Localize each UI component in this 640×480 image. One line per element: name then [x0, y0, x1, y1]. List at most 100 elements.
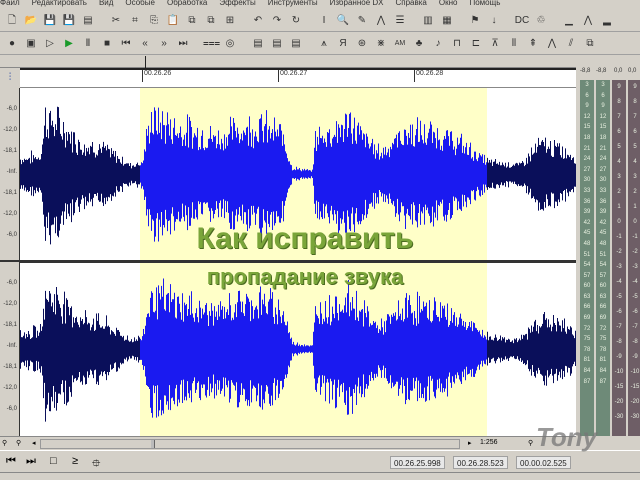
zoom-in-time-icon[interactable]: ⚲ — [528, 439, 533, 447]
play-selection-icon[interactable]: ≥ — [72, 455, 78, 467]
region-icon[interactable]: ⚑ — [467, 13, 483, 29]
fx13-icon[interactable]: ⫽ — [563, 36, 579, 52]
recycle-icon[interactable]: ♲ — [533, 13, 549, 29]
fx11-icon[interactable]: ⇞ — [525, 36, 541, 52]
play-icon[interactable]: ▶ — [61, 36, 77, 52]
menu-item[interactable]: Помощь — [469, 0, 500, 7]
dc-icon[interactable]: DC — [514, 13, 530, 29]
fx2-icon[interactable]: Я — [335, 36, 351, 52]
event-tool-icon[interactable]: ☰ — [392, 13, 408, 29]
save-as-icon[interactable]: 💾 — [61, 13, 77, 29]
meter-scale-label: 72 — [583, 325, 591, 332]
fx10-icon[interactable]: ⫴ — [506, 36, 522, 52]
normalize-icon[interactable]: ⩶ — [203, 36, 220, 52]
go-to-start-icon[interactable]: ⏮ — [118, 36, 134, 52]
meter-scale-label: -10 — [630, 369, 640, 375]
meter-scale-label: -15 — [614, 384, 624, 390]
trim-icon[interactable]: ⌗ — [127, 13, 143, 29]
fx5-icon[interactable]: ♣ — [411, 36, 427, 52]
pause-icon[interactable]: Ⅱ — [80, 36, 96, 52]
volume-icon[interactable]: ◎ — [222, 36, 238, 52]
edit-tool-icon[interactable]: I — [316, 13, 332, 29]
new-icon[interactable]: 🗋 — [4, 13, 20, 29]
record-icon[interactable]: ● — [4, 36, 20, 52]
magnify-tool-icon[interactable]: 🔍 — [335, 13, 351, 29]
eq3-icon[interactable]: ▤ — [288, 36, 304, 52]
zoom-out-icon[interactable]: ⚲ — [2, 439, 7, 447]
menu-item[interactable]: Эффекты — [219, 0, 255, 7]
scroll-left-icon[interactable]: ◂ — [32, 439, 36, 447]
selection-length[interactable]: 00.00.02.525 — [516, 456, 571, 469]
pencil-tool-icon[interactable]: ✎ — [354, 13, 370, 29]
zoom-ratio[interactable]: 1:256 — [480, 439, 498, 446]
am-icon[interactable]: AM — [392, 36, 408, 52]
meter-scale-label: 2 — [617, 189, 621, 195]
stop-icon[interactable]: ■ — [99, 36, 115, 52]
graph-icon[interactable]: ⋀ — [580, 13, 596, 29]
wave-icon[interactable]: ▂ — [599, 13, 615, 29]
paste-new-icon[interactable]: ⊞ — [222, 13, 238, 29]
chart-icon[interactable]: ▥ — [420, 13, 436, 29]
menu-item[interactable]: Обработка — [167, 0, 207, 7]
fx8-icon[interactable]: ⊏ — [468, 36, 484, 52]
scroll-right-icon[interactable]: ▸ — [468, 439, 472, 447]
copy-icon[interactable]: ⎘ — [146, 13, 162, 29]
fx9-icon[interactable]: ⊼ — [487, 36, 503, 52]
menu-item[interactable]: Файл — [0, 0, 20, 7]
save-all-icon[interactable]: ▤ — [80, 13, 96, 29]
meter-scale-label: -4 — [632, 279, 638, 285]
fx3-icon[interactable]: ⊛ — [354, 36, 370, 52]
undo-icon[interactable]: ↶ — [250, 13, 266, 29]
repeat-icon[interactable]: ↻ — [288, 13, 304, 29]
eq2-icon[interactable]: ▤ — [269, 36, 285, 52]
paste-icon[interactable]: 📋 — [165, 13, 181, 29]
loop-icon[interactable]: ▣ — [23, 36, 39, 52]
edit-tool-icon[interactable]: ⫶ — [0, 68, 20, 88]
cut-icon[interactable]: ✂ — [108, 13, 124, 29]
save-icon[interactable]: 💾 — [42, 13, 58, 29]
overview-bar[interactable] — [0, 56, 576, 68]
menu-item[interactable]: Особые — [125, 0, 155, 7]
envelope-tool-icon[interactable]: ⋀ — [373, 13, 389, 29]
time-ruler[interactable]: 00.26.26 00.26.27 00.26.28 — [20, 68, 576, 88]
go-to-end-icon[interactable]: ⏭ — [175, 36, 191, 52]
menu-item[interactable]: Окно — [439, 0, 458, 7]
horizontal-scrollbar[interactable]: ⚲ ⚲ ◂ ▸ 1:256 ⚲ — [0, 436, 576, 450]
meter-scale-label: -5 — [616, 294, 622, 300]
levels-icon[interactable]: ▁ — [561, 13, 577, 29]
menu-item[interactable]: Избранное DX — [330, 0, 384, 7]
marker-icon[interactable]: ▦ — [439, 13, 455, 29]
selection-end[interactable]: 00.26.28.523 — [453, 456, 508, 469]
scroll-thumb[interactable] — [151, 440, 155, 448]
redo-icon[interactable]: ↷ — [269, 13, 285, 29]
zoom-in-icon[interactable]: ⚲ — [16, 439, 21, 447]
fx14-icon[interactable]: ⧉ — [582, 36, 598, 52]
fx6-icon[interactable]: ♪ — [430, 36, 446, 52]
fx4-icon[interactable]: ⋇ — [373, 36, 389, 52]
axis-label: -12,0 — [3, 301, 17, 307]
scroll-track[interactable] — [40, 439, 460, 449]
go-to-end-icon[interactable]: ⏭ — [26, 455, 36, 468]
fx1-icon[interactable]: ⩚ — [316, 36, 332, 52]
cursor-icon[interactable]: ↓ — [486, 13, 502, 29]
menu-item[interactable]: Вид — [99, 0, 113, 7]
go-to-start-icon[interactable]: ⏮ — [6, 455, 16, 468]
open-icon[interactable]: 📂 — [23, 13, 39, 29]
fx12-icon[interactable]: ⋀ — [544, 36, 560, 52]
menu-item[interactable]: Инструменты — [268, 0, 318, 7]
paste-mix-icon[interactable]: ⧉ — [184, 13, 200, 29]
meter-scale-label: 33 — [599, 187, 607, 194]
fx7-icon[interactable]: ⊓ — [449, 36, 465, 52]
selection-start[interactable]: 00.26.25.998 — [390, 456, 445, 469]
paste-crossfade-icon[interactable]: ⧉ — [203, 13, 219, 29]
play-all-icon[interactable]: ▷ — [42, 36, 58, 52]
meter-scale-label: 42 — [583, 219, 591, 226]
menu-item[interactable]: Справка — [395, 0, 426, 7]
menu-item[interactable]: Редактировать — [32, 0, 87, 7]
waveform-view[interactable] — [20, 88, 576, 436]
eq1-icon[interactable]: ▤ — [250, 36, 266, 52]
rewind-icon[interactable]: « — [137, 36, 153, 52]
stop-icon[interactable]: □ — [50, 455, 57, 467]
meter-scale-label: 63 — [599, 293, 607, 300]
forward-icon[interactable]: » — [156, 36, 172, 52]
